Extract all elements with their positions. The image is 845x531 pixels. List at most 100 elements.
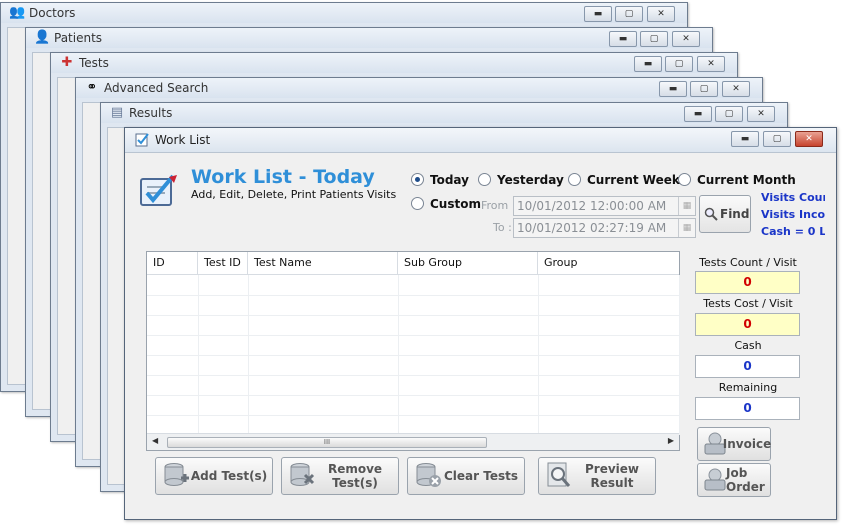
maximize-button[interactable]: ▢ [665,56,693,72]
radio-custom-label: Custom [430,197,481,211]
calendar-dropdown-icon[interactable]: ▦ [678,219,695,237]
visits-income-label: Visits Incom [761,208,825,221]
maximize-button[interactable]: ▢ [615,6,643,22]
close-button[interactable]: ✕ [672,31,700,47]
tests-grid[interactable]: ID Test ID Test Name Sub Group Group ◀ I… [146,251,680,451]
empty-grid-cell [147,275,199,295]
clear-tests-label: Clear Tests [443,469,518,483]
minimize-button[interactable]: ▬ [731,131,759,147]
close-button[interactable]: ✕ [747,106,775,122]
horizontal-scrollbar[interactable]: ◀ III ▶ [147,433,679,450]
minimize-button[interactable]: ▬ [634,56,662,72]
doctors-title: Doctors [29,6,76,20]
worklist-header-icon [140,174,177,206]
empty-grid-cell [538,355,680,375]
column-header-group[interactable]: Group [538,252,679,274]
from-date-value: 10/01/2012 12:00:00 AM [517,199,667,213]
preview-icon [547,462,571,487]
empty-grid-cell [198,295,249,315]
minimize-button[interactable]: ▬ [659,81,687,97]
tests-titlebar[interactable]: ✚ Tests ▬ ▢ ✕ [51,53,737,73]
close-button[interactable]: ✕ [795,131,823,147]
empty-grid-cell [198,275,249,295]
database-clear-icon [416,463,441,487]
grid-header: ID Test ID Test Name Sub Group Group [147,252,679,275]
remove-tests-label: Remove Test(s) [327,462,383,490]
minimize-button[interactable]: ▬ [684,106,712,122]
find-button[interactable]: Find [699,195,751,233]
empty-grid-row [147,335,680,356]
radio-today-label: Today [430,173,469,187]
remaining-value: 0 [695,397,800,420]
job-order-label: Job Order [726,466,765,494]
tests-count-label: Tests Count / Visit [699,256,797,269]
empty-grid-cell [147,295,199,315]
close-button[interactable]: ✕ [722,81,750,97]
advanced-search-titlebar[interactable]: ⚭ Advanced Search ▬ ▢ ✕ [76,78,762,98]
radio-yesterday-label: Yesterday [497,173,564,187]
empty-grid-row [147,375,680,396]
maximize-button[interactable]: ▢ [640,31,668,47]
radio-yesterday[interactable]: Yesterday [478,173,564,187]
radio-dot [478,173,491,186]
empty-grid-cell [538,335,680,355]
window-title: Work List [155,133,211,147]
empty-grid-cell [248,315,399,335]
radio-current-month[interactable]: Current Month [678,173,796,187]
empty-grid-cell [147,315,199,335]
empty-grid-cell [198,315,249,335]
tests-count-value: 0 [695,271,800,294]
magnifier-icon [704,207,718,221]
preview-result-button[interactable]: Preview Result [538,457,656,495]
add-tests-button[interactable]: Add Test(s) [155,457,273,495]
empty-grid-cell [248,375,399,395]
empty-grid-cell [538,315,680,335]
column-header-test-name[interactable]: Test Name [248,252,398,274]
cash-summary-label: Cash = 0 L. [761,225,825,238]
remove-tests-button[interactable]: Remove Test(s) [281,457,399,495]
patients-titlebar[interactable]: 👤 Patients ▬ ▢ ✕ [26,28,712,48]
radio-today[interactable]: Today [411,173,469,187]
scroll-thumb[interactable]: III [167,437,487,448]
to-date-picker[interactable]: 10/01/2012 02:27:19 AM ▦ [513,218,696,238]
close-button[interactable]: ✕ [697,56,725,72]
empty-grid-cell [147,395,199,415]
minimize-button[interactable]: ▬ [584,6,612,22]
radio-current-week[interactable]: Current Week [568,173,680,187]
page-title: Work List - Today [191,166,375,188]
radio-dot [411,173,424,186]
scroll-left-icon[interactable]: ◀ [152,436,158,445]
empty-grid-cell [398,275,539,295]
empty-grid-cell [538,275,680,295]
binoculars-icon: ⚭ [86,80,98,95]
results-titlebar[interactable]: ▤ Results ▬ ▢ ✕ [101,103,787,123]
database-remove-icon [290,463,315,486]
work-list-window[interactable]: Work List ▬ ▢ ✕ Work List - Today Add, E… [124,127,837,520]
empty-grid-cell [538,375,680,395]
column-header-test-id[interactable]: Test ID [198,252,248,274]
column-header-id[interactable]: ID [147,252,198,274]
cash-value: 0 [695,355,800,378]
maximize-button[interactable]: ▢ [763,131,791,147]
empty-grid-cell [198,375,249,395]
radio-current-month-label: Current Month [697,173,796,187]
doctors-titlebar[interactable]: 👥 Doctors ▬ ▢ ✕ [1,3,687,23]
maximize-button[interactable]: ▢ [715,106,743,122]
radio-custom[interactable]: Custom [411,197,481,211]
scroll-right-icon[interactable]: ▶ [668,436,674,445]
empty-grid-cell [398,375,539,395]
job-order-button[interactable]: Job Order [697,463,771,497]
calendar-dropdown-icon[interactable]: ▦ [678,197,695,215]
to-date-value: 10/01/2012 02:27:19 AM [517,221,667,235]
close-button[interactable]: ✕ [647,6,675,22]
maximize-button[interactable]: ▢ [690,81,718,97]
column-header-sub-group[interactable]: Sub Group [398,252,538,274]
invoice-button[interactable]: Invoice [697,427,771,461]
work-list-titlebar[interactable]: Work List ▬ ▢ ✕ [125,128,836,153]
minimize-button[interactable]: ▬ [609,31,637,47]
from-date-picker[interactable]: 10/01/2012 12:00:00 AM ▦ [513,196,696,216]
empty-grid-cell [538,295,680,315]
empty-grid-cell [248,355,399,375]
database-add-icon [164,463,189,486]
clear-tests-button[interactable]: Clear Tests [407,457,525,495]
